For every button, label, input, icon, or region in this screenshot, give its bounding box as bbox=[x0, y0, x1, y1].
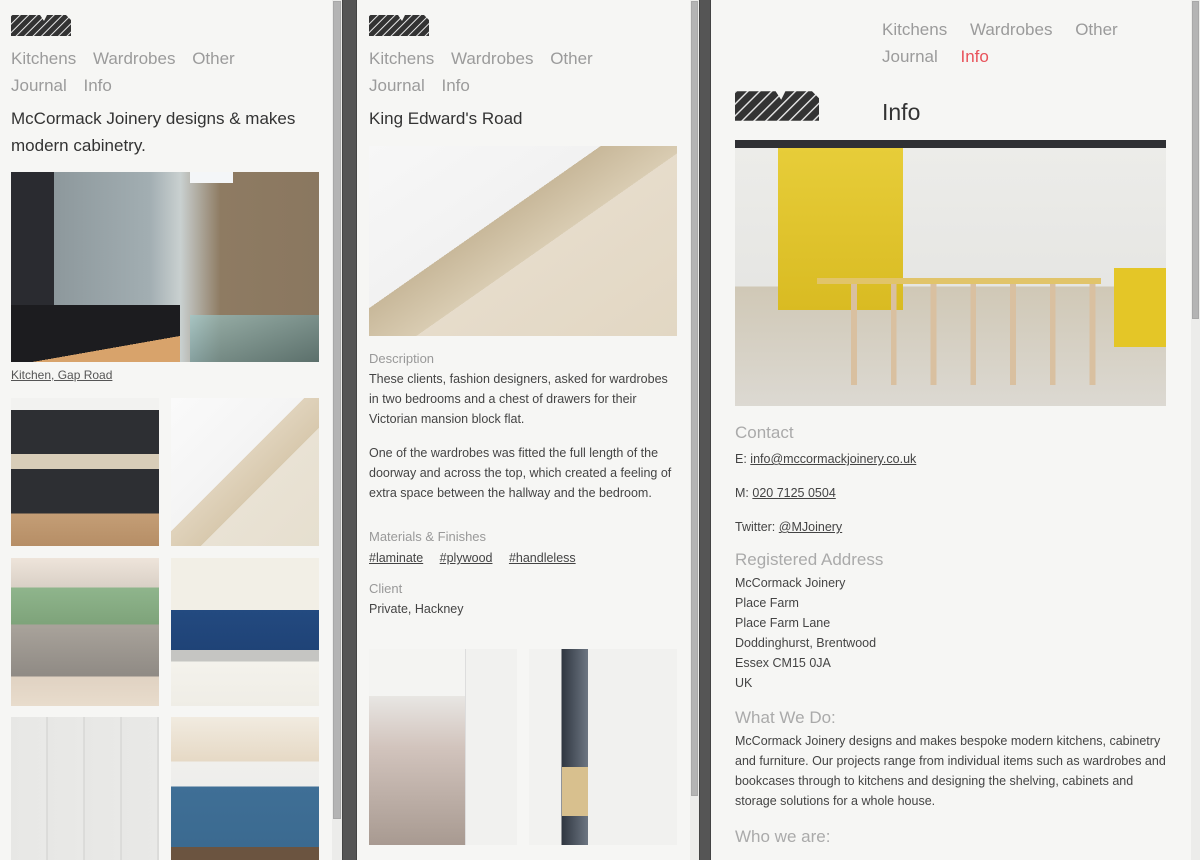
email-prefix: E: bbox=[735, 452, 747, 466]
project-thumbnail[interactable] bbox=[171, 717, 319, 860]
description-label: Description bbox=[369, 351, 435, 366]
contact-email: E: info@mccormackjoinery.co.uk bbox=[735, 449, 1175, 469]
info-panel: Kitchens Wardrobes Other Journal Info In… bbox=[711, 0, 1192, 860]
scrollbar-thumb[interactable] bbox=[1192, 1, 1199, 319]
project-title: King Edward's Road bbox=[369, 109, 523, 128]
nav-journal[interactable]: Journal bbox=[11, 76, 67, 95]
nav-kitchens[interactable]: Kitchens bbox=[369, 49, 434, 68]
client-value: Private, Hackney bbox=[369, 602, 464, 616]
tag-handleless[interactable]: #handleless bbox=[509, 551, 576, 565]
address-line: Doddinghurst, Brentwood bbox=[735, 636, 877, 650]
project-details: Description These clients, fashion desig… bbox=[369, 349, 679, 619]
phone-prefix: M: bbox=[735, 486, 749, 500]
phone-link[interactable]: 020 7125 0504 bbox=[752, 486, 835, 500]
contact-phone: M: 020 7125 0504 bbox=[735, 483, 1175, 503]
main-nav: Kitchens Wardrobes Other Journal Info bbox=[369, 45, 669, 99]
project-thumbnail[interactable] bbox=[11, 398, 159, 546]
who-we-are-heading: Who we are: bbox=[735, 827, 831, 846]
nav-other[interactable]: Other bbox=[192, 49, 235, 68]
project-thumbnail[interactable] bbox=[11, 558, 159, 706]
nav-wardrobes[interactable]: Wardrobes bbox=[451, 49, 534, 68]
nav-journal[interactable]: Journal bbox=[369, 76, 425, 95]
tagline: McCormack Joinery designs & makes modern… bbox=[11, 109, 296, 155]
project-gallery-image[interactable] bbox=[369, 649, 517, 845]
scrollbar-thumb[interactable] bbox=[691, 1, 698, 796]
main-nav: Kitchens Wardrobes Other Journal Info bbox=[11, 45, 311, 99]
scrollbar[interactable] bbox=[332, 0, 342, 860]
address-line: UK bbox=[735, 676, 753, 690]
material-tags: #laminate #plywood #handleless bbox=[369, 547, 679, 569]
scrollbar-thumb[interactable] bbox=[333, 1, 341, 819]
client-label: Client bbox=[369, 581, 403, 596]
nav-kitchens[interactable]: Kitchens bbox=[882, 20, 947, 39]
materials-label: Materials & Finishes bbox=[369, 529, 487, 544]
twitter-prefix: Twitter: bbox=[735, 520, 776, 534]
nav-journal[interactable]: Journal bbox=[882, 47, 938, 66]
project-thumbnail[interactable] bbox=[171, 398, 319, 546]
nav-kitchens[interactable]: Kitchens bbox=[11, 49, 76, 68]
address-block: McCormack Joinery Place Farm Place Farm … bbox=[735, 573, 1175, 693]
logo-icon bbox=[369, 15, 429, 36]
nav-other[interactable]: Other bbox=[550, 49, 593, 68]
contact-twitter: Twitter: @MJoinery bbox=[735, 517, 1175, 537]
logo-icon bbox=[735, 91, 819, 121]
nav-info[interactable]: Info bbox=[84, 76, 112, 95]
page-title: Info bbox=[882, 99, 921, 125]
project-panel: Kitchens Wardrobes Other Journal Info Ki… bbox=[357, 0, 690, 860]
twitter-link[interactable]: @MJoinery bbox=[779, 520, 842, 534]
project-hero-image bbox=[369, 146, 677, 336]
description-paragraph: These clients, fashion designers, asked … bbox=[369, 372, 668, 426]
address-heading: Registered Address bbox=[735, 550, 884, 569]
tag-laminate[interactable]: #laminate bbox=[369, 551, 423, 565]
project-thumbnail[interactable] bbox=[171, 558, 319, 706]
nav-info[interactable]: Info bbox=[442, 76, 470, 95]
featured-project-image[interactable] bbox=[11, 172, 319, 362]
nav-info[interactable]: Info bbox=[961, 47, 989, 66]
scrollbar[interactable] bbox=[1191, 0, 1200, 860]
window-divider bbox=[699, 0, 711, 860]
logo[interactable] bbox=[11, 15, 71, 36]
logo[interactable] bbox=[735, 91, 819, 121]
scrollbar[interactable] bbox=[690, 0, 699, 860]
address-line: Place Farm Lane bbox=[735, 616, 831, 630]
logo-icon bbox=[11, 15, 71, 36]
nav-other[interactable]: Other bbox=[1075, 20, 1118, 39]
main-nav: Kitchens Wardrobes Other Journal Info bbox=[882, 16, 1142, 70]
project-thumbnail[interactable] bbox=[11, 717, 159, 860]
nav-wardrobes[interactable]: Wardrobes bbox=[93, 49, 176, 68]
logo[interactable] bbox=[369, 15, 429, 36]
what-we-do-heading: What We Do: bbox=[735, 708, 836, 727]
address-line: Essex CM15 0JA bbox=[735, 656, 831, 670]
featured-project-link[interactable]: Kitchen, Gap Road bbox=[11, 368, 112, 382]
tag-plywood[interactable]: #plywood bbox=[440, 551, 493, 565]
nav-wardrobes[interactable]: Wardrobes bbox=[970, 20, 1053, 39]
email-link[interactable]: info@mccormackjoinery.co.uk bbox=[750, 452, 916, 466]
what-we-do-text: McCormack Joinery designs and makes besp… bbox=[735, 734, 1166, 808]
contact-heading: Contact bbox=[735, 423, 794, 442]
window-divider bbox=[342, 0, 357, 860]
address-line: Place Farm bbox=[735, 596, 799, 610]
workshop-image bbox=[735, 140, 1166, 406]
home-panel: Kitchens Wardrobes Other Journal Info Mc… bbox=[0, 0, 332, 860]
info-content: Contact E: info@mccormackjoinery.co.uk M… bbox=[735, 422, 1175, 848]
address-line: McCormack Joinery bbox=[735, 576, 846, 590]
description-paragraph: One of the wardrobes was fitted the full… bbox=[369, 446, 672, 500]
project-gallery-image[interactable] bbox=[529, 649, 677, 845]
